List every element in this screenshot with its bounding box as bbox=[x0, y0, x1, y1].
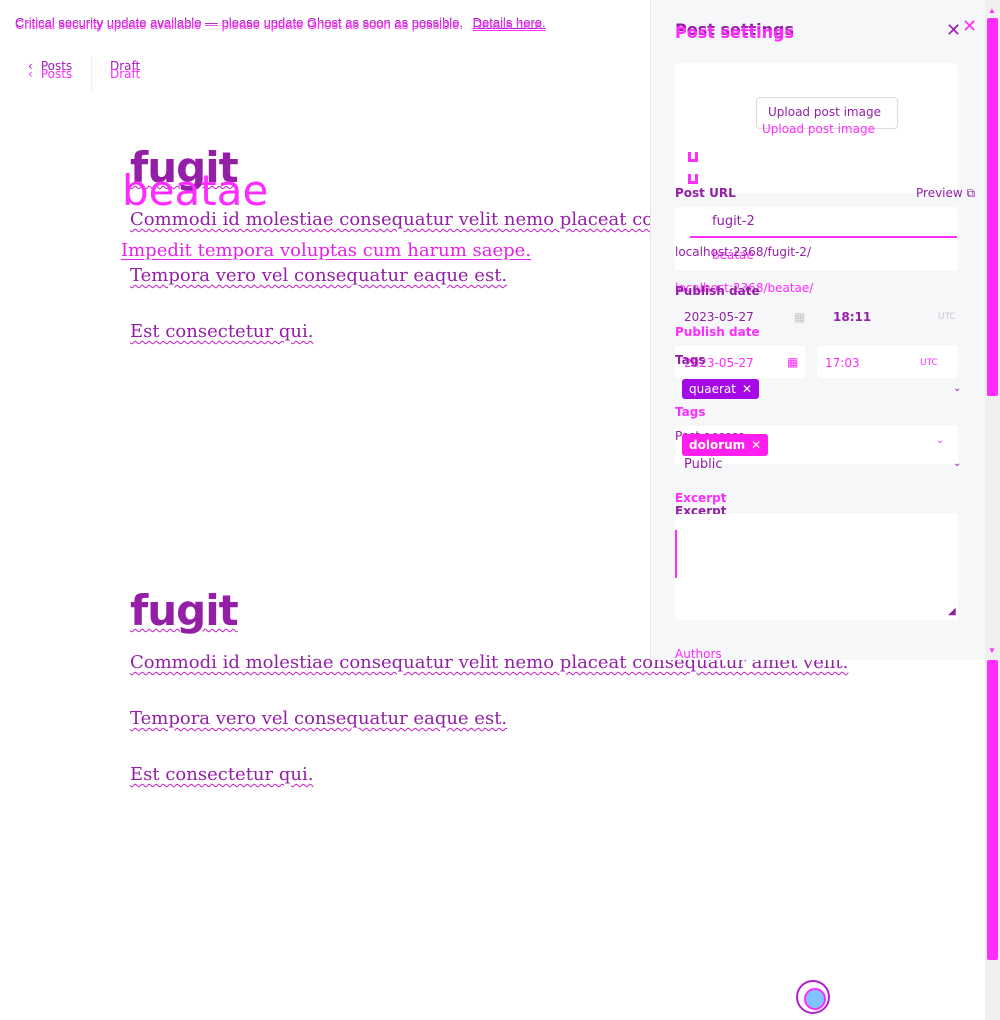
back-label-overlay: Posts bbox=[40, 67, 73, 81]
scroll-up-icon[interactable]: ▲ bbox=[988, 6, 998, 15]
preview-link[interactable]: Preview ⧉ bbox=[916, 186, 975, 201]
close-icon[interactable]: ✕ bbox=[962, 18, 977, 36]
scrollbar-thumb[interactable] bbox=[987, 18, 998, 396]
tag-chip[interactable]: quaerat ✕ bbox=[682, 379, 760, 399]
post-title-duplicate[interactable]: fugit bbox=[130, 586, 239, 635]
publish-time-value-overlay[interactable]: 17:03 bbox=[825, 356, 860, 370]
tag-chip-overlay[interactable]: dolorum ✕ bbox=[682, 434, 769, 456]
chevron-down-icon[interactable]: ⌄ bbox=[953, 458, 961, 469]
panel-title-overlay: Post settings bbox=[675, 23, 794, 42]
calendar-icon[interactable]: ▦ bbox=[794, 310, 805, 324]
upload-image-label-overlay: Upload post image bbox=[762, 122, 875, 136]
publish-date-label-overlay: Publish date bbox=[675, 325, 760, 339]
post-url-label: Post URL bbox=[675, 186, 736, 200]
help-icon bbox=[804, 988, 826, 1010]
tags-label-overlay: Tags bbox=[675, 405, 706, 419]
paragraph-2-duplicate[interactable]: Tempora vero vel consequatur eaque est. bbox=[130, 708, 507, 729]
publish-date-label: Publish date bbox=[675, 284, 760, 298]
tag-chip-label: quaerat bbox=[689, 382, 736, 396]
security-banner-overlay: Critical security update available — ple… bbox=[15, 17, 546, 32]
paragraph-1[interactable]: Commodi id molestiae consequatur velit n… bbox=[130, 209, 665, 230]
paragraph-overlay[interactable]: Impedit tempora voluptas cum harum saepe… bbox=[121, 240, 531, 261]
excerpt-cursor bbox=[675, 530, 677, 578]
excerpt-label-overlay: Excerpt bbox=[675, 491, 727, 505]
tags-label: Tags bbox=[675, 353, 706, 367]
banner-details-link-overlay[interactable]: Details here. bbox=[473, 17, 546, 32]
external-link-icon: ⧉ bbox=[966, 186, 976, 200]
timezone-label-overlay: UTC bbox=[920, 358, 938, 368]
preview-label: Preview bbox=[916, 186, 963, 200]
upload-image-label: Upload post image bbox=[768, 105, 881, 119]
paragraph-3[interactable]: Est consectetur qui. bbox=[130, 321, 313, 342]
authors-label: Authors bbox=[675, 647, 722, 661]
close-icon[interactable]: ✕ bbox=[946, 22, 961, 40]
resize-handle-icon[interactable]: ◢ bbox=[948, 606, 956, 617]
drag-handle-icon bbox=[688, 152, 698, 162]
breadcrumb-divider bbox=[91, 56, 92, 92]
chevron-left-icon: ‹ bbox=[28, 67, 33, 81]
post-status-overlay: Draft bbox=[110, 67, 141, 81]
url-help-text: localhost:2368/fugit-2/ bbox=[675, 245, 811, 259]
back-to-posts-link-overlay[interactable]: ‹ Posts bbox=[28, 67, 72, 81]
scrollbar-thumb-overlay[interactable] bbox=[987, 660, 998, 960]
excerpt-textarea[interactable] bbox=[675, 514, 958, 620]
banner-message-overlay: Critical security update available — ple… bbox=[15, 17, 464, 32]
close-icon[interactable]: ✕ bbox=[751, 438, 761, 452]
publish-time-value[interactable]: 18:11 bbox=[833, 310, 871, 324]
publish-date-value[interactable]: 2023-05-27 bbox=[684, 310, 754, 324]
close-icon[interactable]: ✕ bbox=[742, 382, 752, 396]
help-button[interactable] bbox=[796, 980, 830, 1014]
post-slug-input[interactable]: fugit-2 bbox=[712, 214, 755, 229]
chevron-down-icon[interactable]: ⌄ bbox=[936, 435, 944, 446]
paragraph-2[interactable]: Tempora vero vel consequatur eaque est. bbox=[130, 265, 507, 286]
calendar-icon[interactable]: ▦ bbox=[787, 355, 798, 369]
tag-chip-label-overlay: dolorum bbox=[689, 438, 746, 452]
paragraph-3-duplicate[interactable]: Est consectetur qui. bbox=[130, 764, 313, 785]
scroll-down-icon[interactable]: ▼ bbox=[988, 646, 998, 655]
timezone-label: UTC bbox=[938, 312, 956, 322]
chevron-down-icon[interactable]: ⌄ bbox=[953, 383, 961, 394]
post-title-overlay[interactable]: beatae bbox=[122, 166, 268, 215]
url-input-focus-line bbox=[690, 236, 957, 238]
drag-handle-icon bbox=[688, 174, 698, 184]
post-access-value[interactable]: Public bbox=[684, 457, 722, 472]
